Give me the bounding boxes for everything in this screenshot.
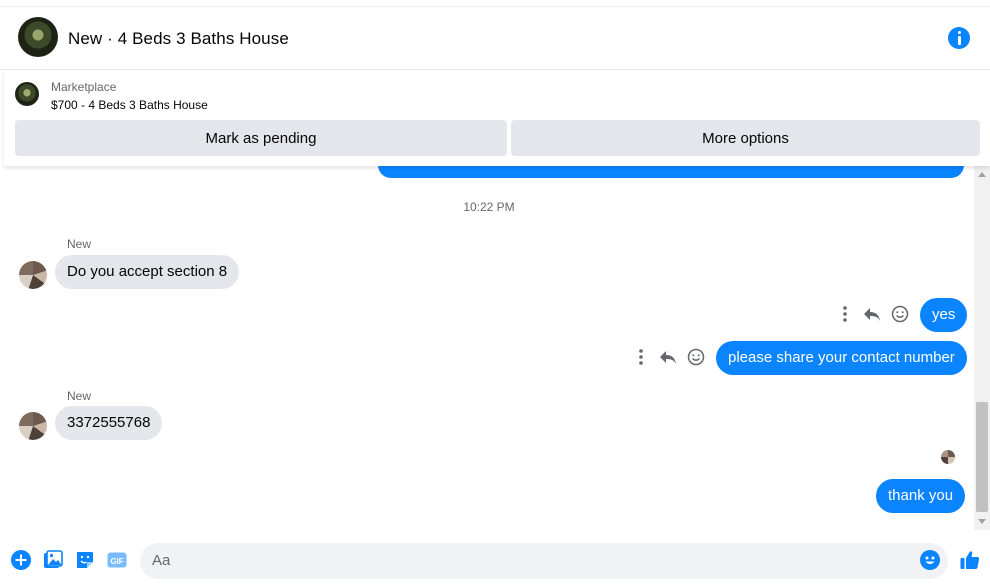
react-icon[interactable]	[890, 304, 910, 324]
sender-name: New	[67, 237, 92, 251]
mark-as-pending-button[interactable]: Mark as pending	[15, 120, 507, 156]
outgoing-message[interactable]: please share your contact number	[716, 341, 967, 375]
reply-icon[interactable]	[862, 304, 882, 324]
gif-label: GIF	[110, 557, 123, 566]
emoji-icon[interactable]	[920, 550, 940, 570]
gif-icon[interactable]: GIF	[107, 550, 127, 570]
message-input[interactable]	[140, 543, 948, 579]
more-icon[interactable]	[631, 347, 651, 367]
sender-avatar[interactable]	[19, 261, 47, 289]
message-composer: GIF	[0, 530, 990, 588]
listing-price-title[interactable]: $700 - 4 Beds 3 Baths House	[51, 98, 208, 112]
message-list[interactable]: 10:22 PM New Do you accept section 8 yes…	[0, 166, 990, 530]
reply-icon[interactable]	[658, 347, 678, 367]
listing-thumbnail[interactable]	[15, 82, 39, 106]
scroll-down-arrow[interactable]	[978, 519, 986, 524]
image-icon[interactable]	[43, 550, 63, 570]
outgoing-message[interactable]: thank you	[876, 479, 966, 513]
incoming-message[interactable]: 3372555768	[55, 406, 163, 440]
message-timestamp: 10:22 PM	[463, 200, 515, 214]
read-receipt-avatar	[941, 450, 955, 464]
scroll-up-arrow[interactable]	[978, 172, 986, 177]
react-icon[interactable]	[686, 347, 706, 367]
plus-icon[interactable]	[11, 550, 31, 570]
conversation-title[interactable]: New · 4 Beds 3 Baths House	[68, 29, 289, 49]
previous-outgoing-message[interactable]	[378, 166, 964, 178]
marketplace-label: Marketplace	[51, 80, 117, 94]
sender-avatar[interactable]	[19, 412, 47, 440]
more-icon[interactable]	[835, 304, 855, 324]
more-options-button[interactable]: More options	[511, 120, 980, 156]
info-icon[interactable]	[948, 27, 970, 49]
like-icon[interactable]	[959, 549, 981, 571]
conversation-header: New · 4 Beds 3 Baths House	[0, 6, 990, 70]
listing-avatar[interactable]	[18, 17, 58, 57]
incoming-message[interactable]: Do you accept section 8	[55, 255, 240, 289]
marketplace-panel: Marketplace $700 - 4 Beds 3 Baths House …	[4, 70, 990, 166]
sticker-icon[interactable]	[75, 550, 95, 570]
outgoing-message[interactable]: yes	[920, 298, 968, 332]
sender-name: New	[67, 389, 92, 403]
chat-scrollbar[interactable]	[974, 166, 990, 530]
scrollbar-thumb[interactable]	[976, 402, 988, 512]
